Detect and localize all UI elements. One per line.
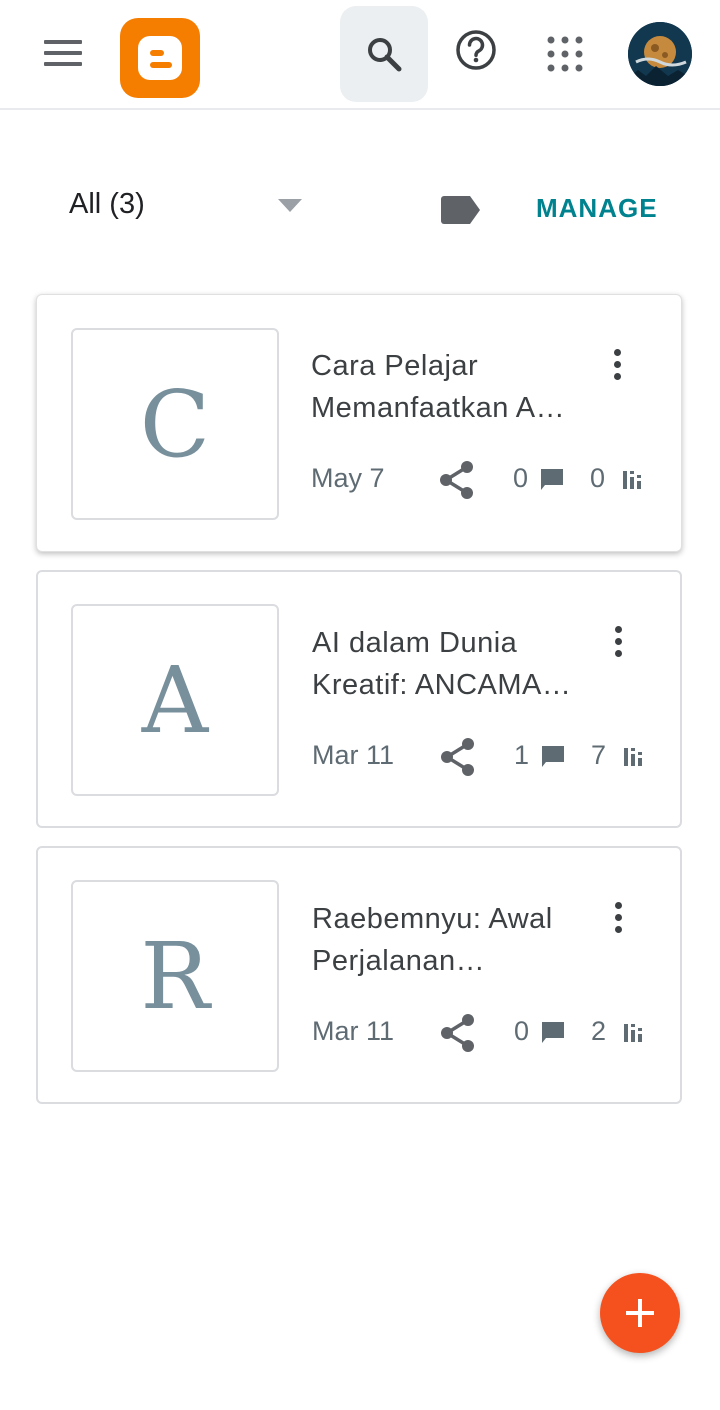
post-card[interactable]: R Raebemnyu: Awal Perjalanan… Mar 11 0 2 <box>36 846 682 1104</box>
post-title-line: Memanfaatkan A… <box>311 392 566 424</box>
post-card[interactable]: C Cara Pelajar Memanfaatkan A… May 7 0 0 <box>36 294 682 552</box>
comment-count: 0 <box>513 463 529 493</box>
hamburger-menu-icon[interactable] <box>44 38 84 68</box>
post-title[interactable]: Raebemnyu: Awal Perjalanan… <box>312 898 602 982</box>
share-icon[interactable] <box>438 1012 478 1054</box>
help-circle-icon <box>456 30 496 70</box>
comment-icon <box>541 469 563 490</box>
caret-down-icon[interactable] <box>278 199 302 212</box>
apps-grid-icon <box>547 36 583 72</box>
post-thumbnail[interactable]: C <box>71 328 279 520</box>
post-title-line: Kreatif: ANCAMA… <box>312 669 572 701</box>
stats-bar-icon <box>624 748 642 766</box>
top-app-bar <box>0 0 720 110</box>
more-options-icon[interactable] <box>612 902 626 938</box>
view-count: 2 <box>591 1016 607 1046</box>
post-filter-dropdown[interactable]: All (3) <box>69 188 145 221</box>
post-title-line: Raebemnyu: Awal <box>312 903 553 935</box>
post-date: Mar 11 <box>312 740 395 770</box>
post-title-line: AI dalam Dunia <box>312 627 518 659</box>
share-icon[interactable] <box>438 736 478 778</box>
comment-icon <box>542 1022 564 1043</box>
post-title[interactable]: AI dalam Dunia Kreatif: ANCAMA… <box>312 622 602 706</box>
share-icon[interactable] <box>437 459 477 501</box>
profile-avatar-icon[interactable] <box>628 22 692 86</box>
label-tag-icon[interactable] <box>441 196 481 224</box>
post-thumbnail[interactable]: A <box>71 604 279 796</box>
add-plus-icon <box>626 1299 654 1327</box>
post-card[interactable]: A AI dalam Dunia Kreatif: ANCAMA… Mar 11… <box>36 570 682 828</box>
comment-icon <box>542 746 564 767</box>
view-count: 7 <box>591 740 607 770</box>
comment-count: 0 <box>514 1016 530 1046</box>
more-options-icon[interactable] <box>612 626 626 662</box>
new-post-fab[interactable] <box>600 1273 680 1353</box>
more-options-icon[interactable] <box>611 349 625 385</box>
post-date: May 7 <box>311 463 385 493</box>
stats-bar-icon <box>623 471 641 489</box>
search-icon <box>368 38 402 72</box>
manage-button[interactable]: MANAGE <box>536 193 658 224</box>
post-title-line: Cara Pelajar <box>311 350 479 382</box>
help-button[interactable] <box>454 28 498 77</box>
post-date: Mar 11 <box>312 1016 395 1046</box>
search-button[interactable] <box>340 6 428 102</box>
apps-button[interactable] <box>545 34 585 79</box>
blogger-logo-icon[interactable] <box>120 18 200 98</box>
post-title[interactable]: Cara Pelajar Memanfaatkan A… <box>311 345 601 429</box>
post-thumbnail[interactable]: R <box>71 880 279 1072</box>
view-count: 0 <box>590 463 606 493</box>
comment-count: 1 <box>514 740 530 770</box>
post-title-line: Perjalanan… <box>312 945 486 977</box>
stats-bar-icon <box>624 1024 642 1042</box>
